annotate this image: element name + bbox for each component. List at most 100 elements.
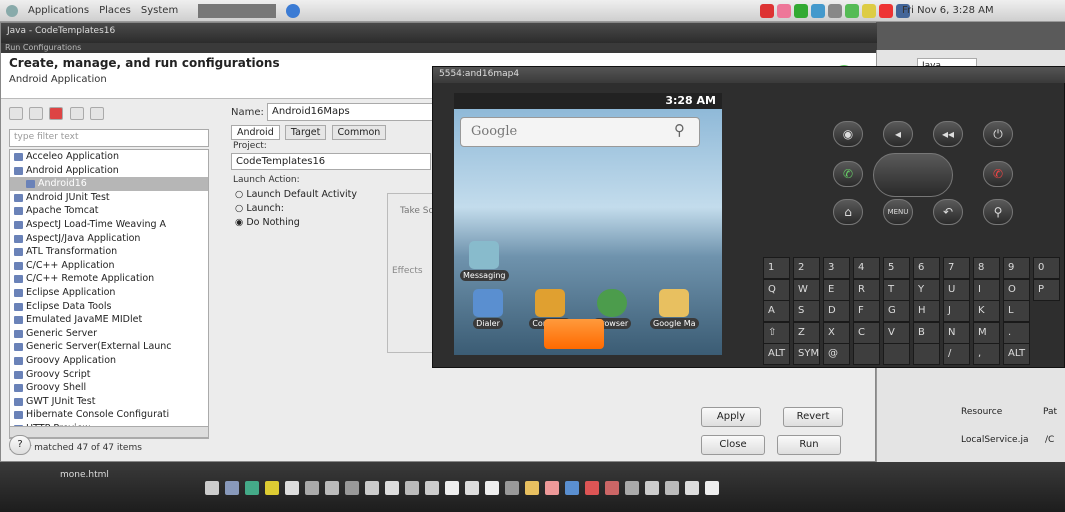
radio-do-nothing[interactable]: ◉ Do Nothing bbox=[235, 217, 357, 231]
keyboard-key[interactable]: D bbox=[823, 300, 850, 322]
tree-item[interactable]: C/C++ Remote Application bbox=[10, 272, 208, 286]
menu-icon[interactable]: MENU bbox=[883, 199, 913, 225]
keyboard-key[interactable]: X bbox=[823, 321, 850, 344]
keyboard-key[interactable]: R bbox=[853, 278, 880, 301]
dock-item-icon[interactable] bbox=[485, 481, 499, 495]
keyboard-key[interactable]: E bbox=[823, 278, 850, 301]
keyboard-key[interactable]: S bbox=[793, 300, 820, 322]
tree-item[interactable]: Acceleo Application bbox=[10, 150, 208, 164]
name-field[interactable]: Android16Maps bbox=[267, 103, 437, 121]
tree-scrollbar[interactable] bbox=[9, 426, 209, 438]
dock-item-icon[interactable] bbox=[665, 481, 679, 495]
keyboard-key[interactable]: F bbox=[853, 300, 880, 322]
tree-item[interactable]: Android Application bbox=[10, 164, 208, 178]
end-call-icon[interactable]: ✆ bbox=[983, 161, 1013, 187]
dock-item-icon[interactable] bbox=[505, 481, 519, 495]
tray-icon[interactable] bbox=[777, 4, 791, 18]
dpad[interactable] bbox=[873, 153, 953, 197]
keyboard-key[interactable]: 1 bbox=[763, 257, 790, 279]
collapse-icon[interactable] bbox=[89, 107, 104, 120]
google-search-widget[interactable]: Google bbox=[460, 117, 700, 147]
tab-android[interactable]: Android bbox=[231, 125, 280, 140]
help-icon[interactable] bbox=[286, 3, 301, 18]
keyboard-key[interactable]: SYM bbox=[793, 343, 820, 365]
keyboard-key[interactable]: T bbox=[883, 278, 910, 301]
config-tree[interactable]: Acceleo Application Android Application An… bbox=[9, 149, 209, 439]
tree-item[interactable]: Eclipse Application bbox=[10, 286, 208, 300]
tree-item[interactable]: Groovy Application bbox=[10, 354, 208, 368]
search-key-icon[interactable]: ⚲ bbox=[983, 199, 1013, 225]
resource-cell[interactable]: LocalService.ja bbox=[961, 435, 1028, 445]
keyboard-key[interactable]: K bbox=[973, 300, 1000, 322]
resource-header[interactable]: Resource bbox=[961, 407, 1002, 417]
dock-item-icon[interactable] bbox=[345, 481, 359, 495]
tab-common[interactable]: Common bbox=[331, 125, 387, 140]
path-cell[interactable]: /C bbox=[1045, 435, 1054, 445]
dock-item-icon[interactable] bbox=[325, 481, 339, 495]
apps-menu-icon[interactable] bbox=[6, 4, 18, 17]
keyboard-key[interactable]: U bbox=[943, 278, 970, 301]
home-screen[interactable]: Google ⚲ Messaging Dialer Contacts Brows… bbox=[454, 109, 722, 355]
tray-icon[interactable] bbox=[879, 4, 893, 18]
keyboard-key[interactable]: ALT bbox=[1003, 343, 1030, 365]
tree-item[interactable]: Generic Server bbox=[10, 327, 208, 341]
dock-item-icon[interactable] bbox=[385, 481, 399, 495]
keyboard-key[interactable]: ⇧ bbox=[763, 321, 790, 344]
keyboard-key[interactable]: Q bbox=[763, 278, 790, 301]
tree-item[interactable]: C/C++ Application bbox=[10, 259, 208, 273]
keyboard-key[interactable]: ALT bbox=[763, 343, 790, 365]
radio-launch-default[interactable]: ○ Launch Default Activity bbox=[235, 189, 357, 203]
keyboard-key[interactable]: @ bbox=[823, 343, 850, 365]
keyboard-key[interactable] bbox=[883, 343, 910, 365]
tray-icon[interactable] bbox=[794, 4, 808, 18]
tree-item[interactable]: Android16 bbox=[10, 177, 208, 191]
dock-item-icon[interactable] bbox=[205, 481, 219, 495]
app-drawer-handle[interactable] bbox=[544, 319, 604, 349]
dock-item-icon[interactable] bbox=[545, 481, 559, 495]
keyboard-key[interactable]: J bbox=[943, 300, 970, 322]
close-button[interactable]: Close bbox=[701, 435, 765, 455]
dock-item-icon[interactable] bbox=[225, 481, 239, 495]
dock-item-icon[interactable] bbox=[565, 481, 579, 495]
app-messaging[interactable]: Messaging bbox=[460, 241, 509, 281]
keyboard-key[interactable]: 4 bbox=[853, 257, 880, 279]
dock-item-icon[interactable] bbox=[605, 481, 619, 495]
keyboard-key[interactable]: I bbox=[973, 278, 1000, 301]
tray-icon[interactable] bbox=[760, 4, 774, 18]
back-icon[interactable]: ↶ bbox=[933, 199, 963, 225]
dock-item-icon[interactable] bbox=[365, 481, 379, 495]
delete-icon[interactable] bbox=[49, 107, 64, 120]
keyboard-key[interactable]: 0 bbox=[1033, 257, 1060, 279]
keyboard-key[interactable] bbox=[853, 343, 880, 365]
keyboard-key[interactable]: 6 bbox=[913, 257, 940, 279]
keyboard-key[interactable]: 3 bbox=[823, 257, 850, 279]
filter-input[interactable]: type filter text bbox=[9, 129, 209, 147]
keyboard-key[interactable]: 2 bbox=[793, 257, 820, 279]
tray-icon[interactable] bbox=[862, 4, 876, 18]
dock-item-icon[interactable] bbox=[705, 481, 719, 495]
keyboard-key[interactable]: L bbox=[1003, 300, 1030, 322]
system-menu[interactable]: System bbox=[141, 5, 178, 16]
keyboard-key[interactable]: A bbox=[763, 300, 790, 322]
network-icon[interactable] bbox=[845, 4, 859, 18]
tree-item[interactable]: ATL Transformation bbox=[10, 245, 208, 259]
tree-item[interactable]: Eclipse Data Tools bbox=[10, 300, 208, 314]
tree-item[interactable]: AspectJ Load-Time Weaving A bbox=[10, 218, 208, 232]
tray-icon[interactable] bbox=[811, 4, 825, 18]
project-field[interactable]: CodeTemplates16 bbox=[231, 153, 431, 170]
keyboard-key[interactable] bbox=[913, 343, 940, 365]
dock-item-icon[interactable] bbox=[305, 481, 319, 495]
tree-item[interactable]: Hibernate Console Configurati bbox=[10, 408, 208, 422]
tree-item[interactable]: Generic Server(External Launc bbox=[10, 340, 208, 354]
volume-down-icon[interactable]: ◂ bbox=[883, 121, 913, 147]
apply-button[interactable]: Apply bbox=[701, 407, 761, 427]
keyboard-key[interactable]: C bbox=[853, 321, 880, 344]
keyboard-key[interactable]: . bbox=[1003, 321, 1030, 344]
keyboard-key[interactable]: V bbox=[883, 321, 910, 344]
dock-item-icon[interactable] bbox=[405, 481, 419, 495]
dock-item-icon[interactable] bbox=[585, 481, 599, 495]
places-menu[interactable]: Places bbox=[99, 5, 131, 16]
keyboard-key[interactable]: Z bbox=[793, 321, 820, 344]
filter-icon[interactable] bbox=[69, 107, 84, 120]
dock-item-icon[interactable] bbox=[465, 481, 479, 495]
